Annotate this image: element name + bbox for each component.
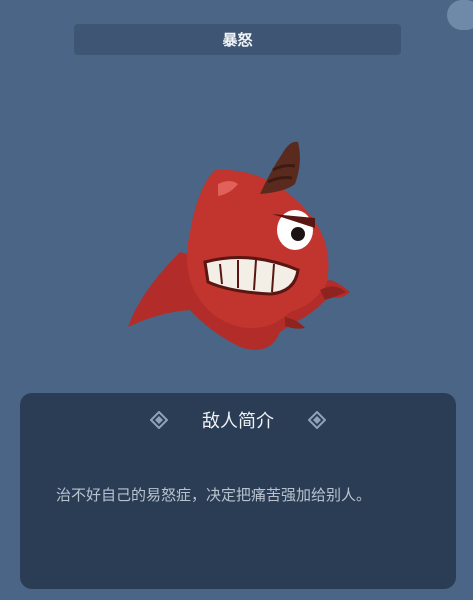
- diamond-ornament-icon: [308, 411, 326, 429]
- info-title: 敌人简介: [202, 411, 274, 432]
- enemy-description: 治不好自己的易怒症，决定把痛苦强加给别人。: [56, 486, 372, 504]
- enemy-name: 暴怒: [222, 31, 253, 49]
- diamond-ornament-icon: [150, 411, 168, 429]
- enemy-info-panel: 敌人简介 治不好自己的易怒症，决定把痛苦强加给别人。: [20, 393, 456, 589]
- info-title-row: 敌人简介: [20, 403, 456, 437]
- angry-red-monster-icon: [128, 141, 350, 350]
- menu-button-icon[interactable]: [447, 0, 473, 30]
- enemy-name-bar: 暴怒: [74, 24, 401, 55]
